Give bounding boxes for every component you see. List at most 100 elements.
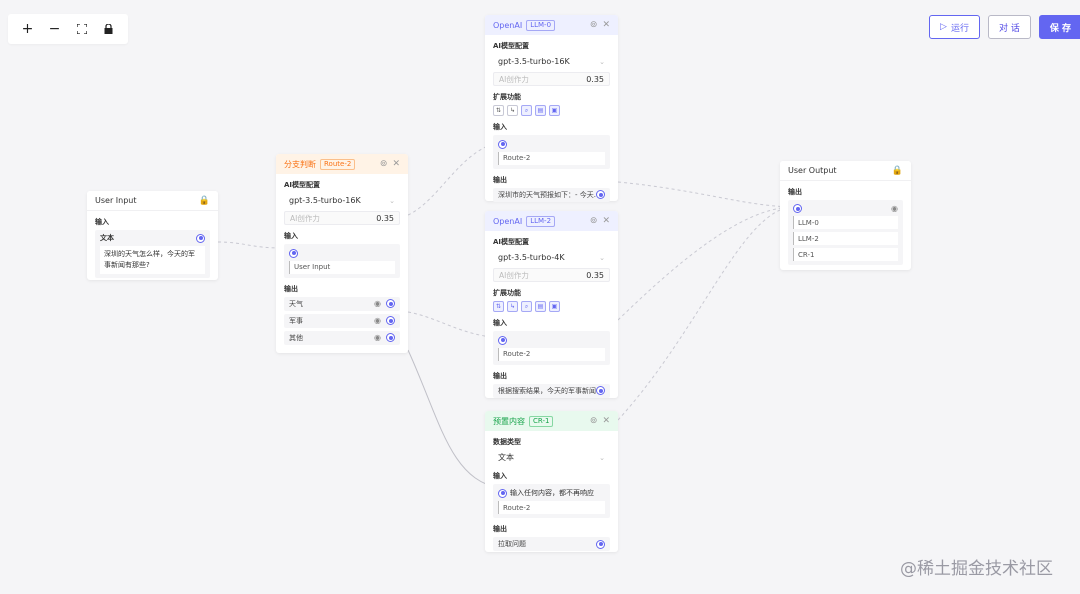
ai-config-label: AI模型配置 xyxy=(284,181,321,189)
ext-tools: ⇅ ↳ ⌕ ▤ ▣ xyxy=(493,301,610,312)
eye-icon[interactable]: ◉ xyxy=(374,333,381,342)
input-box: User Input xyxy=(284,244,400,278)
workflow-canvas[interactable]: + − ▷ 运行 对 话 保 存 User Input 🔒 输入 文本 深圳的天… xyxy=(0,0,1080,594)
eye-icon[interactable]: ◉ xyxy=(891,204,898,213)
model-value: gpt-3.5-turbo-4K xyxy=(498,253,565,262)
route-output-other: 其他 ◉ xyxy=(284,330,400,345)
text-type-label: 文本 xyxy=(100,234,114,242)
output-handle[interactable] xyxy=(596,190,605,199)
llm0-title: OpenAI xyxy=(493,20,523,30)
close-icon[interactable]: ✕ xyxy=(602,216,610,226)
fit-view-icon[interactable] xyxy=(71,18,93,40)
input-label: 输入 xyxy=(493,319,507,327)
creativity-field[interactable]: AI创作力 0.35 xyxy=(493,268,610,282)
output-handle[interactable] xyxy=(386,316,395,325)
eye-icon[interactable]: ◉ xyxy=(374,316,381,325)
output-handle[interactable] xyxy=(596,386,605,395)
chevron-down-icon: ⌄ xyxy=(389,196,395,205)
edge-llm2-output xyxy=(617,206,791,321)
input-label: 输入 xyxy=(95,218,109,226)
llm2-header: OpenAI LLM-2 ⊚ ✕ xyxy=(485,211,618,231)
input-label: 输入 xyxy=(284,232,298,240)
llm0-node[interactable]: OpenAI LLM-0 ⊚ ✕ AI模型配置 gpt-3.5-turbo-16… xyxy=(485,15,618,202)
link-icon[interactable]: ↳ xyxy=(507,301,518,312)
chevron-down-icon: ⌄ xyxy=(599,253,605,262)
cr-title: 预置内容 xyxy=(493,416,525,426)
edge-userinput-route xyxy=(217,241,283,249)
close-icon[interactable]: ✕ xyxy=(602,20,610,30)
search-icon[interactable]: ⌕ xyxy=(521,301,532,312)
output-handle[interactable] xyxy=(196,233,205,243)
llm2-title: OpenAI xyxy=(493,216,523,226)
settings-icon[interactable]: ⊚ xyxy=(380,159,388,169)
input-box: Route-2 xyxy=(493,331,610,365)
creativity-field[interactable]: AI创作力 0.35 xyxy=(493,72,610,86)
edge-llm0-output xyxy=(617,181,791,208)
eye-icon[interactable]: ◉ xyxy=(374,299,381,308)
doc-icon[interactable]: ▤ xyxy=(535,105,546,116)
input-handle[interactable] xyxy=(498,139,507,149)
lock-icon[interactable]: 🔒 xyxy=(199,196,210,206)
settings-icon[interactable]: ⊚ xyxy=(590,20,598,30)
save-button-label: 保 存 xyxy=(1049,23,1071,34)
zoom-out-icon[interactable]: − xyxy=(44,18,66,40)
output-label: 输出 xyxy=(493,371,507,380)
search-icon[interactable]: ⌕ xyxy=(521,105,532,116)
input-handle[interactable] xyxy=(289,248,298,258)
llm2-output: 根据搜索结果，今天的军事新闻... xyxy=(493,383,610,398)
input-handle[interactable] xyxy=(793,204,802,213)
image-icon[interactable]: ▣ xyxy=(549,105,560,116)
output-label: 输出 xyxy=(788,188,802,196)
output-box: ◉ LLM-0 LLM-2 CR-1 xyxy=(788,200,903,265)
user-input-text[interactable]: 深圳的天气怎么样，今天的军事新闻有那些? xyxy=(100,246,205,274)
chat-button[interactable]: 对 话 xyxy=(987,15,1031,39)
run-button[interactable]: ▷ 运行 xyxy=(929,15,980,39)
input-handle[interactable] xyxy=(498,488,507,498)
text-input-box: 文本 深圳的天气怎么样，今天的军事新闻有那些? xyxy=(95,230,210,278)
creativity-field[interactable]: AI创作力 0.35 xyxy=(284,211,400,225)
output-handle[interactable] xyxy=(596,539,605,549)
user-output-node[interactable]: User Output 🔒 输出 ◉ LLM-0 LLM-2 CR-1 xyxy=(780,161,911,270)
input-label: 输入 xyxy=(493,123,507,131)
settings-icon[interactable]: ⊚ xyxy=(590,416,598,426)
zoom-in-icon[interactable]: + xyxy=(17,18,39,40)
output-handle[interactable] xyxy=(386,299,395,308)
model-select[interactable]: gpt-3.5-turbo-4K ⌄ xyxy=(493,250,610,265)
output-name: 天气 xyxy=(289,299,303,308)
user-input-node[interactable]: User Input 🔒 输入 文本 深圳的天气怎么样，今天的军事新闻有那些? xyxy=(87,191,218,280)
lock-icon[interactable]: 🔒 xyxy=(892,166,903,176)
creativity-value: 0.35 xyxy=(586,270,604,280)
output-handle[interactable] xyxy=(386,333,395,342)
model-select[interactable]: gpt-3.5-turbo-16K ⌄ xyxy=(284,193,400,208)
close-icon[interactable]: ✕ xyxy=(602,416,610,426)
doc-icon[interactable]: ▤ xyxy=(535,301,546,312)
model-value: gpt-3.5-turbo-16K xyxy=(498,57,570,66)
route-node[interactable]: 分支判断 Route-2 ⊚ ✕ AI模型配置 gpt-3.5-turbo-16… xyxy=(276,154,408,353)
input-handle[interactable] xyxy=(498,335,507,345)
route-output-military: 军事 ◉ xyxy=(284,313,400,328)
run-button-label: 运行 xyxy=(950,23,969,34)
link-icon[interactable]: ↳ xyxy=(507,105,518,116)
cr-node[interactable]: 预置内容 CR-1 ⊚ ✕ 数据类型 文本 ⌄ 输入 输入任何内容，都不再响应 … xyxy=(485,411,618,552)
save-button[interactable]: 保 存 xyxy=(1038,15,1080,39)
output-text: 根据搜索结果，今天的军事新闻... xyxy=(498,386,596,395)
creativity-label: AI创作力 xyxy=(499,270,529,280)
output-text: 深圳市的天气预报如下：- 今天... xyxy=(498,190,596,199)
data-type-select[interactable]: 文本 ⌄ xyxy=(493,450,610,465)
output-label: 输出 xyxy=(284,284,298,293)
route-title: 分支判断 xyxy=(284,159,316,169)
user-output-header: User Output 🔒 xyxy=(780,161,911,181)
cr-header: 预置内容 CR-1 ⊚ ✕ xyxy=(485,411,618,431)
output-source-llm2: LLM-2 xyxy=(793,232,898,245)
lock-icon[interactable] xyxy=(98,18,120,40)
llm2-node[interactable]: OpenAI LLM-2 ⊚ ✕ AI模型配置 gpt-3.5-turbo-4K… xyxy=(485,211,618,398)
branch-icon[interactable]: ⇅ xyxy=(493,301,504,312)
model-select[interactable]: gpt-3.5-turbo-16K ⌄ xyxy=(493,54,610,69)
close-icon[interactable]: ✕ xyxy=(392,159,400,169)
branch-icon[interactable]: ⇅ xyxy=(493,105,504,116)
image-icon[interactable]: ▣ xyxy=(549,301,560,312)
input-source: User Input xyxy=(289,260,395,274)
user-input-title: User Input xyxy=(95,196,137,205)
input-source: Route-2 xyxy=(498,151,605,165)
settings-icon[interactable]: ⊚ xyxy=(590,216,598,226)
